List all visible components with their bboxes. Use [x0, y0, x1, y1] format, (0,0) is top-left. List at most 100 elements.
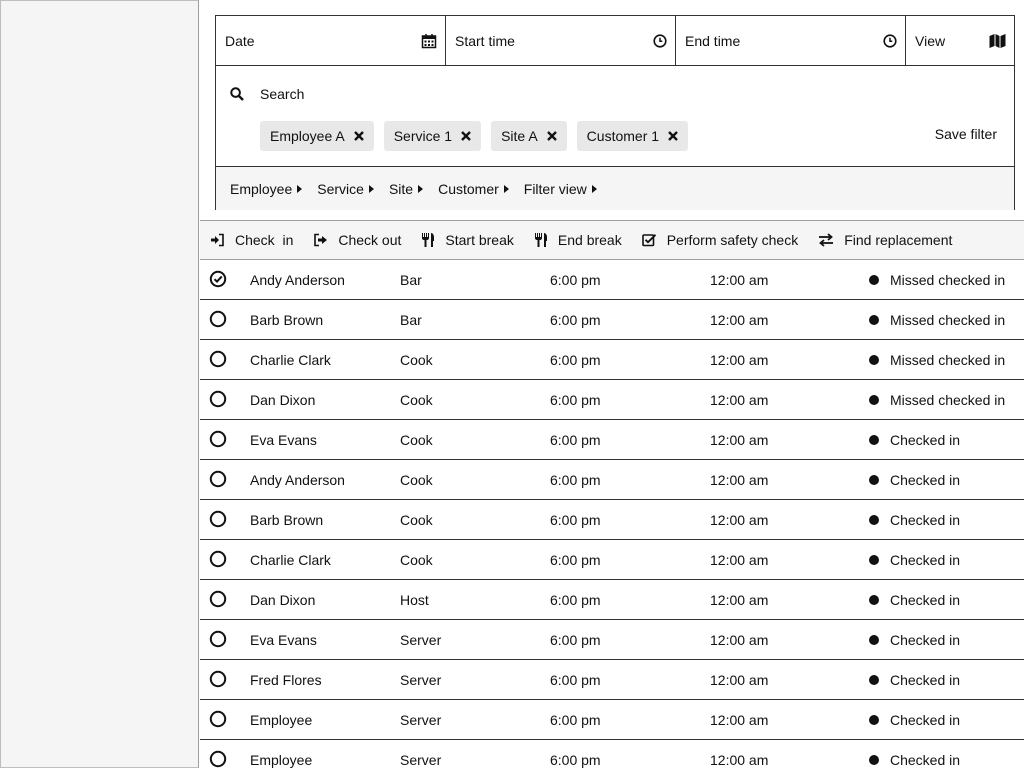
filter-dropdown-employee[interactable]: Employee: [230, 181, 303, 197]
status-text: Checked in: [890, 592, 961, 608]
status-dot-icon: [869, 595, 879, 605]
action-label: Find replacement: [844, 232, 953, 248]
table-row[interactable]: Barb Brown Bar 6:00 pm 12:00 am Missed check…: [200, 300, 1024, 340]
utensils-icon: [534, 232, 558, 248]
end-time: 12:00 am: [710, 672, 769, 688]
status-dot-icon: [869, 635, 879, 645]
end-time: 12:00 am: [710, 312, 769, 328]
filter-chips: Employee A Service 1 Site A Customer 1: [260, 121, 698, 151]
filter-chip-label: Service 1: [393, 128, 453, 144]
close-icon[interactable]: [353, 131, 364, 141]
radio-empty-icon[interactable]: [209, 350, 227, 368]
start-time: 6:00 pm: [550, 672, 601, 688]
save-filter-button[interactable]: Save filter: [935, 126, 997, 142]
end-time: 12:00 am: [710, 472, 769, 488]
filter-dropdown-site[interactable]: Site: [388, 180, 424, 197]
search-input[interactable]: Search: [230, 86, 304, 102]
action-start-break-button[interactable]: Start break: [421, 232, 514, 248]
table-row[interactable]: Eva Evans Server 6:00 pm 12:00 am Checked in: [200, 620, 1024, 660]
radio-empty-icon[interactable]: [209, 510, 227, 528]
employee-name: Andy Anderson: [250, 472, 345, 488]
status-dot-icon: [869, 315, 879, 325]
radio-empty-icon[interactable]: [209, 670, 227, 688]
calendar-icon: [421, 33, 437, 49]
action-end-break-button[interactable]: End break: [534, 232, 622, 248]
radio-empty-icon[interactable]: [209, 750, 227, 768]
employee-name: Eva Evans: [250, 632, 317, 648]
start-time: 6:00 pm: [550, 472, 601, 488]
radio-empty-icon[interactable]: [209, 630, 227, 648]
radio-empty-icon[interactable]: [209, 710, 227, 728]
service-name: Cook: [400, 352, 433, 368]
end-time-label: End time: [685, 32, 741, 49]
service-name: Server: [400, 712, 442, 728]
start-time: 6:00 pm: [550, 432, 601, 448]
start-time-label: Start time: [455, 32, 515, 49]
status-dot-icon: [869, 715, 879, 725]
start-time-field[interactable]: Start time: [446, 16, 676, 65]
table-row[interactable]: Dan Dixon Cook 6:00 pm 12:00 am Missed check…: [200, 380, 1024, 420]
employee-name: Charlie Clark: [250, 352, 331, 368]
start-time: 6:00 pm: [550, 552, 601, 568]
view-field[interactable]: View: [906, 16, 1014, 65]
close-icon[interactable]: [546, 131, 557, 141]
table-row[interactable]: Employee Server 6:00 pm 12:00 am Checked in: [200, 740, 1024, 770]
date-field[interactable]: Date: [216, 16, 446, 65]
filter-fields: Date Start time End time View: [216, 16, 1014, 66]
filter-dropdown-label: Customer: [438, 180, 499, 197]
status-text: Missed checked in: [890, 272, 1006, 288]
table-row[interactable]: Charlie Clark Cook 6:00 pm 12:00 am Missed c…: [200, 340, 1024, 380]
end-time-field[interactable]: End time: [676, 16, 906, 65]
filter-chip-label: Customer 1: [586, 128, 660, 144]
action-perform-safety-check-button[interactable]: Perform safety check: [641, 232, 798, 248]
filter-dropdown-label: Filter view: [523, 180, 587, 197]
table-row[interactable]: Andy Anderson Bar 6:00 pm 12:00 am Missed ch…: [200, 260, 1024, 300]
start-time: 6:00 pm: [550, 352, 601, 368]
caret-right-icon: [418, 184, 424, 193]
filter-dropdown-service[interactable]: Service: [317, 181, 374, 197]
search-label: Search: [260, 86, 305, 102]
search-icon: [230, 87, 244, 101]
action-check-out-button[interactable]: Check out: [313, 232, 401, 248]
service-name: Bar: [400, 272, 422, 288]
radio-empty-icon[interactable]: [209, 430, 227, 448]
radio-empty-icon[interactable]: [209, 590, 227, 608]
end-time: 12:00 am: [710, 752, 769, 768]
shift-table: Andy Anderson Bar 6:00 pm 12:00 am Missed ch…: [200, 260, 1024, 770]
status-dot-icon: [869, 515, 879, 525]
table-row[interactable]: Eva Evans Cook 6:00 pm 12:00 am Checked in: [200, 420, 1024, 460]
radio-empty-icon[interactable]: [209, 470, 227, 488]
filter-dropdown-customer[interactable]: Customer: [438, 181, 509, 197]
end-time: 12:00 am: [710, 512, 769, 528]
end-time: 12:00 am: [710, 352, 769, 368]
radio-checked-icon[interactable]: [209, 270, 227, 288]
radio-empty-icon[interactable]: [209, 550, 227, 568]
action-find-replacement-button[interactable]: Find replacement: [818, 232, 952, 248]
main-panel: Date Start time End time View Search Emp…: [200, 0, 1024, 770]
end-time: 12:00 am: [710, 632, 769, 648]
table-row[interactable]: Barb Brown Cook 6:00 pm 12:00 am Checked in: [200, 500, 1024, 540]
filter-chip: Site A: [491, 121, 567, 151]
filter-dropdown-filter-view[interactable]: Filter view: [524, 181, 597, 197]
action-check-in-button[interactable]: Check in: [210, 232, 293, 248]
table-row[interactable]: Employee Server 6:00 pm 12:00 am Checked in: [200, 700, 1024, 740]
table-row[interactable]: Andy Anderson Cook 6:00 pm 12:00 am Checked …: [200, 460, 1024, 500]
table-row[interactable]: Dan Dixon Host 6:00 pm 12:00 am Checked in: [200, 580, 1024, 620]
radio-empty-icon[interactable]: [209, 310, 227, 328]
filter-dropdown-label: Site: [388, 180, 414, 197]
close-icon[interactable]: [461, 131, 471, 141]
employee-name: Dan Dixon: [250, 392, 316, 408]
action-label: Start break: [445, 232, 514, 248]
filter-panel: Date Start time End time View Search Emp…: [215, 15, 1015, 210]
end-time: 12:00 am: [710, 432, 769, 448]
service-name: Host: [400, 592, 429, 608]
table-row[interactable]: Fred Flores Server 6:00 pm 12:00 am Checked …: [200, 660, 1024, 700]
map-icon: [989, 33, 1006, 49]
radio-empty-icon[interactable]: [209, 390, 227, 408]
filter-chip-label: Employee A: [270, 128, 345, 144]
status-text: Missed checked in: [890, 352, 1006, 368]
table-row[interactable]: Charlie Clark Cook 6:00 pm 12:00 am Checked …: [200, 540, 1024, 580]
exchange-icon: [818, 233, 844, 247]
employee-name: Barb Brown: [250, 512, 324, 528]
close-icon[interactable]: [668, 131, 678, 141]
